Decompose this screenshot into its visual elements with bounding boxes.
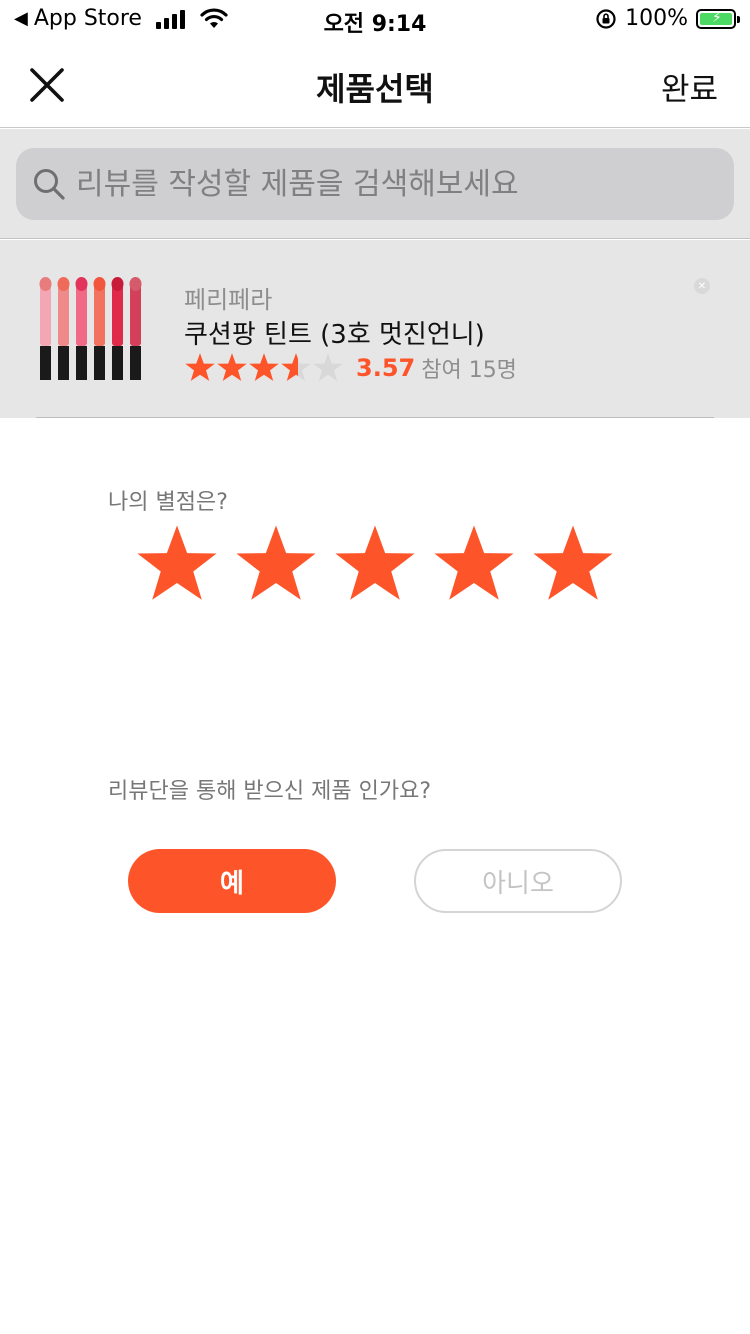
battery-icon: ⚡	[696, 8, 740, 29]
yes-button[interactable]: 예	[128, 849, 336, 913]
rating-star-icon	[249, 353, 279, 381]
remove-product-button[interactable]: ✕	[694, 278, 710, 294]
search-input[interactable]	[66, 154, 734, 214]
reviewer-program-question: 리뷰단을 통해 받으신 제품 인가요?	[108, 779, 432, 804]
rating-star-icon	[313, 353, 343, 381]
search-box[interactable]	[16, 148, 734, 220]
selected-product-card[interactable]: 페리페라 쿠션팡 틴트 (3호 멋진언니) 3.57 참여 15명 ✕	[0, 240, 750, 418]
product-image	[39, 277, 142, 380]
star-icon[interactable]	[530, 522, 616, 608]
star-icon[interactable]	[332, 522, 418, 608]
rating-star-icon	[217, 353, 247, 381]
my-rating-stars[interactable]	[134, 522, 616, 608]
product-rating-stars	[184, 352, 344, 384]
close-icon: ✕	[697, 280, 707, 292]
done-button[interactable]: 완료	[661, 64, 718, 109]
rotation-lock-icon	[596, 8, 616, 29]
star-icon[interactable]	[233, 522, 319, 608]
product-brand: 페리페라	[184, 286, 273, 314]
product-rating: 3.57 참여 15명	[184, 352, 517, 384]
product-name: 쿠션팡 틴트 (3호 멋진언니)	[184, 320, 485, 350]
battery-percent: 100%	[625, 6, 688, 31]
rating-star-icon	[281, 353, 311, 381]
rating-score: 3.57	[356, 354, 416, 382]
page-title: 제품선택	[316, 70, 434, 108]
rating-star-icon	[185, 353, 215, 381]
my-rating-label: 나의 별점은?	[108, 490, 228, 515]
search-area	[0, 129, 750, 239]
star-icon[interactable]	[431, 522, 517, 608]
search-icon	[34, 169, 65, 200]
rating-participants: 참여 15명	[421, 358, 517, 383]
nav-bar: 제품선택 완료	[0, 40, 750, 128]
status-bar: ◀ App Store 오전 9:14 100% ⚡	[0, 0, 750, 40]
star-icon[interactable]	[134, 522, 220, 608]
no-button[interactable]: 아니오	[414, 849, 622, 913]
